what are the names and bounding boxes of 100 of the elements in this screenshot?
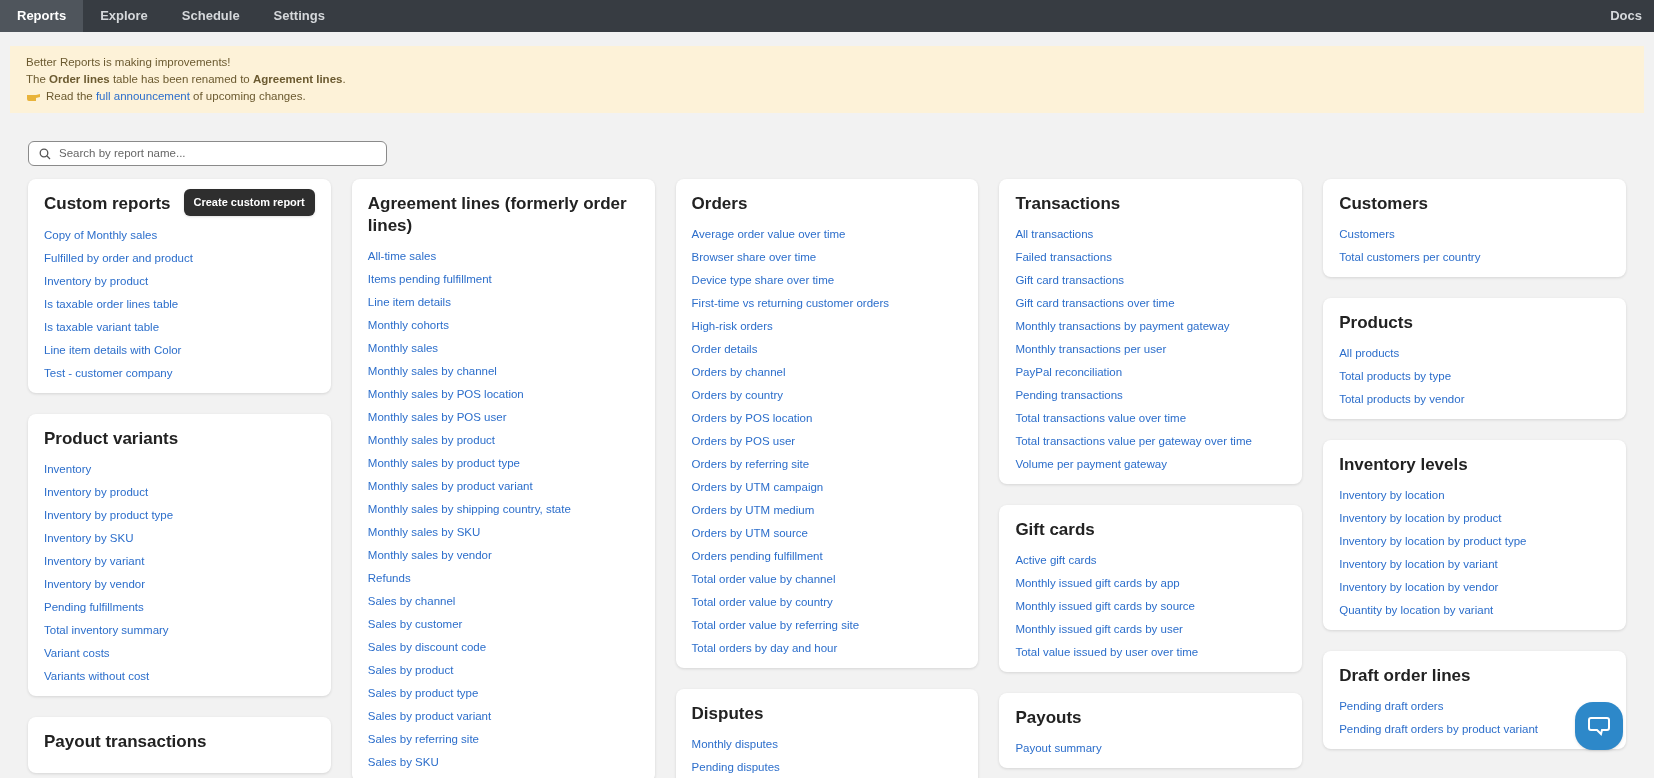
announcement-link[interactable]: full announcement bbox=[95, 90, 190, 102]
report-link[interactable]: All-time sales bbox=[367, 248, 437, 264]
report-link[interactable]: Total transactions value per gateway over time bbox=[1015, 433, 1252, 449]
report-link[interactable]: Monthly issued gift cards by app bbox=[1015, 575, 1180, 591]
report-link[interactable]: Sales by product bbox=[367, 662, 454, 678]
create-report-button[interactable]: Create custom report bbox=[183, 189, 315, 216]
report-link[interactable]: Inventory by location by variant bbox=[1339, 556, 1498, 572]
report-link[interactable]: Active gift cards bbox=[1015, 552, 1097, 568]
report-link[interactable]: Sales by product variant bbox=[367, 708, 492, 724]
report-link[interactable]: Monthly sales by vendor bbox=[367, 547, 492, 563]
report-link[interactable]: Order details bbox=[691, 341, 758, 357]
report-link[interactable]: Is taxable variant table bbox=[44, 318, 160, 335]
report-link[interactable]: Monthly sales by product variant bbox=[367, 478, 533, 494]
report-link[interactable]: Orders by UTM medium bbox=[691, 502, 815, 518]
report-link[interactable]: Orders by UTM campaign bbox=[691, 479, 824, 495]
report-link[interactable]: Inventory by SKU bbox=[44, 529, 134, 546]
report-link[interactable]: Monthly sales by shipping country, state bbox=[367, 501, 571, 517]
report-link[interactable]: Line item details bbox=[367, 294, 451, 310]
search-input[interactable]: Search by report name... bbox=[59, 144, 376, 163]
report-link[interactable]: Failed transactions bbox=[1015, 249, 1112, 265]
report-link[interactable]: Refunds bbox=[367, 570, 411, 586]
nav-tab[interactable]: Reports bbox=[0, 0, 84, 32]
report-link[interactable]: Gift card transactions over time bbox=[1015, 295, 1175, 311]
report-link[interactable]: Sales by product type bbox=[367, 685, 479, 701]
report-link[interactable]: Total inventory summary bbox=[44, 621, 169, 638]
report-link[interactable]: Total transactions value over time bbox=[1015, 410, 1187, 426]
report-link[interactable]: Monthly disputes bbox=[691, 736, 778, 752]
report-link[interactable]: Sales by customer bbox=[367, 616, 463, 632]
report-link[interactable]: Payout summary bbox=[1015, 740, 1102, 756]
report-link[interactable]: Monthly transactions by payment gateway bbox=[1015, 318, 1230, 334]
report-link[interactable]: Orders by referring site bbox=[691, 456, 810, 472]
report-link[interactable]: PayPal reconciliation bbox=[1015, 364, 1123, 380]
report-link[interactable]: All transactions bbox=[1015, 226, 1094, 242]
report-link[interactable]: Pending draft orders by product variant bbox=[1339, 721, 1538, 737]
report-link[interactable]: Gift card transactions bbox=[1015, 272, 1125, 288]
report-link[interactable]: Inventory by location by vendor bbox=[1339, 579, 1499, 595]
report-link[interactable]: Inventory by product type bbox=[44, 506, 174, 523]
report-link[interactable]: Inventory by location by product bbox=[1339, 510, 1502, 526]
report-link[interactable]: Monthly sales by product bbox=[367, 432, 495, 448]
report-link[interactable]: Quantity by location by variant bbox=[1339, 602, 1494, 618]
report-link[interactable]: Orders by UTM source bbox=[691, 525, 808, 541]
report-link[interactable]: Pending transactions bbox=[1015, 387, 1123, 403]
report-link[interactable]: All products bbox=[1339, 345, 1400, 361]
report-link[interactable]: First-time vs returning customer orders bbox=[691, 295, 890, 311]
report-link[interactable]: Total customers per country bbox=[1339, 249, 1481, 265]
report-link[interactable]: Total orders by day and hour bbox=[691, 640, 838, 656]
report-link[interactable]: Monthly sales by SKU bbox=[367, 524, 481, 540]
report-link[interactable]: Browser share over time bbox=[691, 249, 817, 265]
report-link[interactable]: Inventory by vendor bbox=[44, 575, 145, 592]
report-link[interactable]: Monthly issued gift cards by source bbox=[1015, 598, 1195, 614]
report-link[interactable]: Variants without cost bbox=[44, 667, 150, 684]
report-link[interactable]: Total products by vendor bbox=[1339, 391, 1465, 407]
report-link[interactable]: Total order value by referring site bbox=[691, 617, 860, 633]
report-link[interactable]: Orders by country bbox=[691, 387, 783, 403]
report-link[interactable]: Monthly issued gift cards by user bbox=[1015, 621, 1183, 637]
report-link[interactable]: Average order value over time bbox=[691, 226, 846, 242]
report-link[interactable]: Sales by channel bbox=[367, 593, 456, 609]
search-field[interactable]: Search by report name... bbox=[28, 141, 387, 166]
report-link[interactable]: Inventory by location by product type bbox=[1339, 533, 1527, 549]
report-link[interactable]: Pending fulfillments bbox=[44, 598, 144, 615]
report-link[interactable]: Test - customer company bbox=[44, 364, 173, 381]
report-link[interactable]: Fulfilled by order and product bbox=[44, 249, 193, 266]
report-link[interactable]: Inventory by variant bbox=[44, 552, 145, 569]
report-link[interactable]: Pending disputes bbox=[691, 759, 780, 775]
report-link[interactable]: Orders by POS location bbox=[691, 410, 813, 426]
report-link[interactable]: Monthly transactions per user bbox=[1015, 341, 1167, 357]
report-link[interactable]: Line item details with Color bbox=[44, 341, 182, 358]
report-link[interactable]: Monthly sales by POS location bbox=[367, 386, 524, 402]
report-link[interactable]: High-risk orders bbox=[691, 318, 773, 334]
report-link[interactable]: Items pending fulfillment bbox=[367, 271, 492, 287]
report-link[interactable]: Pending draft orders bbox=[1339, 698, 1444, 714]
report-link[interactable]: Sales by referring site bbox=[367, 731, 479, 747]
report-link[interactable]: Total order value by country bbox=[691, 594, 833, 610]
report-link[interactable]: Inventory bbox=[44, 460, 92, 477]
report-link[interactable]: Orders by POS user bbox=[691, 433, 796, 449]
report-link[interactable]: Device type share over time bbox=[691, 272, 835, 288]
nav-tab[interactable]: Explore bbox=[83, 0, 165, 32]
report-link[interactable]: Inventory by location bbox=[1339, 487, 1445, 503]
report-link[interactable]: Customers bbox=[1339, 226, 1395, 242]
report-link[interactable]: Inventory by product bbox=[44, 483, 149, 500]
report-link[interactable]: Monthly sales by channel bbox=[367, 363, 497, 379]
chat-button[interactable] bbox=[1575, 702, 1623, 750]
report-link[interactable]: Sales by SKU bbox=[367, 754, 439, 770]
report-link[interactable]: Sales by discount code bbox=[367, 639, 487, 655]
report-link[interactable]: Orders by channel bbox=[691, 364, 786, 380]
report-link[interactable]: Variant costs bbox=[44, 644, 110, 661]
nav-tab[interactable]: Schedule bbox=[164, 0, 257, 32]
report-link[interactable]: Total value issued by user over time bbox=[1015, 644, 1199, 660]
report-link[interactable]: Volume per payment gateway bbox=[1015, 456, 1167, 472]
report-link[interactable]: Monthly sales by product type bbox=[367, 455, 520, 471]
report-link[interactable]: Monthly cohorts bbox=[367, 317, 449, 333]
report-link[interactable]: Copy of Monthly sales bbox=[44, 226, 158, 243]
report-link[interactable]: Orders pending fulfillment bbox=[691, 548, 823, 564]
nav-tab[interactable]: Settings bbox=[256, 0, 342, 32]
report-link[interactable]: Total products by type bbox=[1339, 368, 1452, 384]
docs-link[interactable]: Docs bbox=[1610, 6, 1642, 26]
report-link[interactable]: Total order value by channel bbox=[691, 571, 836, 587]
report-link[interactable]: Is taxable order lines table bbox=[44, 295, 179, 312]
report-link[interactable]: Monthly sales by POS user bbox=[367, 409, 507, 425]
report-link[interactable]: Inventory by product bbox=[44, 272, 149, 289]
